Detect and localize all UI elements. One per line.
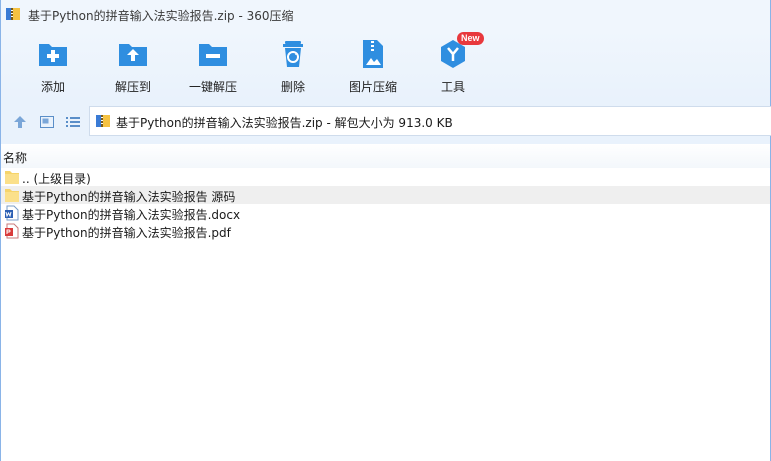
zip-archive-icon bbox=[96, 115, 110, 127]
file-name: 基于Python的拼音输入法实验报告.docx bbox=[22, 208, 241, 222]
folder-icon bbox=[5, 189, 19, 202]
list-item-pdf[interactable]: 基于Python的拼音输入法实验报告.pdf bbox=[1, 222, 770, 240]
title-bar[interactable]: 基于Python的拼音输入法实验报告.zip - 360压缩 bbox=[1, 0, 770, 28]
delete-icon bbox=[283, 41, 303, 67]
add-icon bbox=[39, 44, 67, 66]
image-compress-label: 图片压缩 bbox=[348, 80, 397, 94]
extract-to-label: 解压到 bbox=[114, 80, 151, 94]
extract-to-icon bbox=[119, 44, 147, 66]
list-header: 名称 bbox=[1, 144, 770, 168]
tools-button[interactable]: New 工具 bbox=[413, 32, 493, 96]
up-arrow-icon[interactable] bbox=[12, 114, 28, 130]
list-item-parent-folder[interactable]: .. (上级目录) bbox=[1, 168, 770, 186]
one-click-extract-label: 一键解压 bbox=[188, 80, 237, 94]
tools-label: 工具 bbox=[440, 80, 465, 94]
window-title: 基于Python的拼音输入法实验报告.zip - 360压缩 bbox=[28, 9, 294, 23]
folder-icon bbox=[5, 171, 19, 184]
file-name: 基于Python的拼音输入法实验报告.pdf bbox=[22, 226, 231, 240]
list-item-docx[interactable]: 基于Python的拼音输入法实验报告.docx bbox=[1, 204, 770, 222]
toolbar: 添加 解压到 一键解压 删除 图片压缩 New 工具 bbox=[1, 28, 770, 100]
list-item-folder[interactable]: 基于Python的拼音输入法实验报告 源码 bbox=[1, 186, 770, 204]
file-name: 基于Python的拼音输入法实验报告 源码 bbox=[22, 190, 236, 204]
extract-to-button[interactable]: 解压到 bbox=[93, 38, 173, 96]
add-button[interactable]: 添加 bbox=[13, 38, 93, 96]
pdf-document-icon bbox=[5, 223, 19, 239]
app-window: 基于Python的拼音输入法实验报告.zip - 360压缩 添加 解压到 一键… bbox=[0, 0, 771, 461]
file-name: .. (上级目录) bbox=[22, 172, 91, 186]
zip-archive-icon bbox=[6, 8, 20, 20]
address-text: 基于Python的拼音输入法实验报告.zip - 解包大小为 913.0 KB bbox=[116, 116, 453, 130]
list-view-icon[interactable] bbox=[65, 114, 81, 130]
column-header-name[interactable]: 名称 bbox=[3, 149, 27, 166]
image-compress-icon bbox=[363, 40, 383, 68]
add-label: 添加 bbox=[40, 80, 65, 94]
one-click-extract-icon bbox=[199, 44, 227, 66]
one-click-extract-button[interactable]: 一键解压 bbox=[173, 38, 253, 96]
image-compress-button[interactable]: 图片压缩 bbox=[333, 38, 413, 96]
thumbnail-view-icon[interactable] bbox=[39, 114, 55, 130]
delete-label: 删除 bbox=[280, 80, 305, 94]
word-document-icon bbox=[5, 205, 19, 221]
new-badge: New bbox=[457, 32, 484, 45]
address-bar: 基于Python的拼音输入法实验报告.zip - 解包大小为 913.0 KB bbox=[1, 100, 771, 144]
delete-button[interactable]: 删除 bbox=[253, 38, 333, 96]
address-field[interactable]: 基于Python的拼音输入法实验报告.zip - 解包大小为 913.0 KB bbox=[89, 106, 771, 136]
